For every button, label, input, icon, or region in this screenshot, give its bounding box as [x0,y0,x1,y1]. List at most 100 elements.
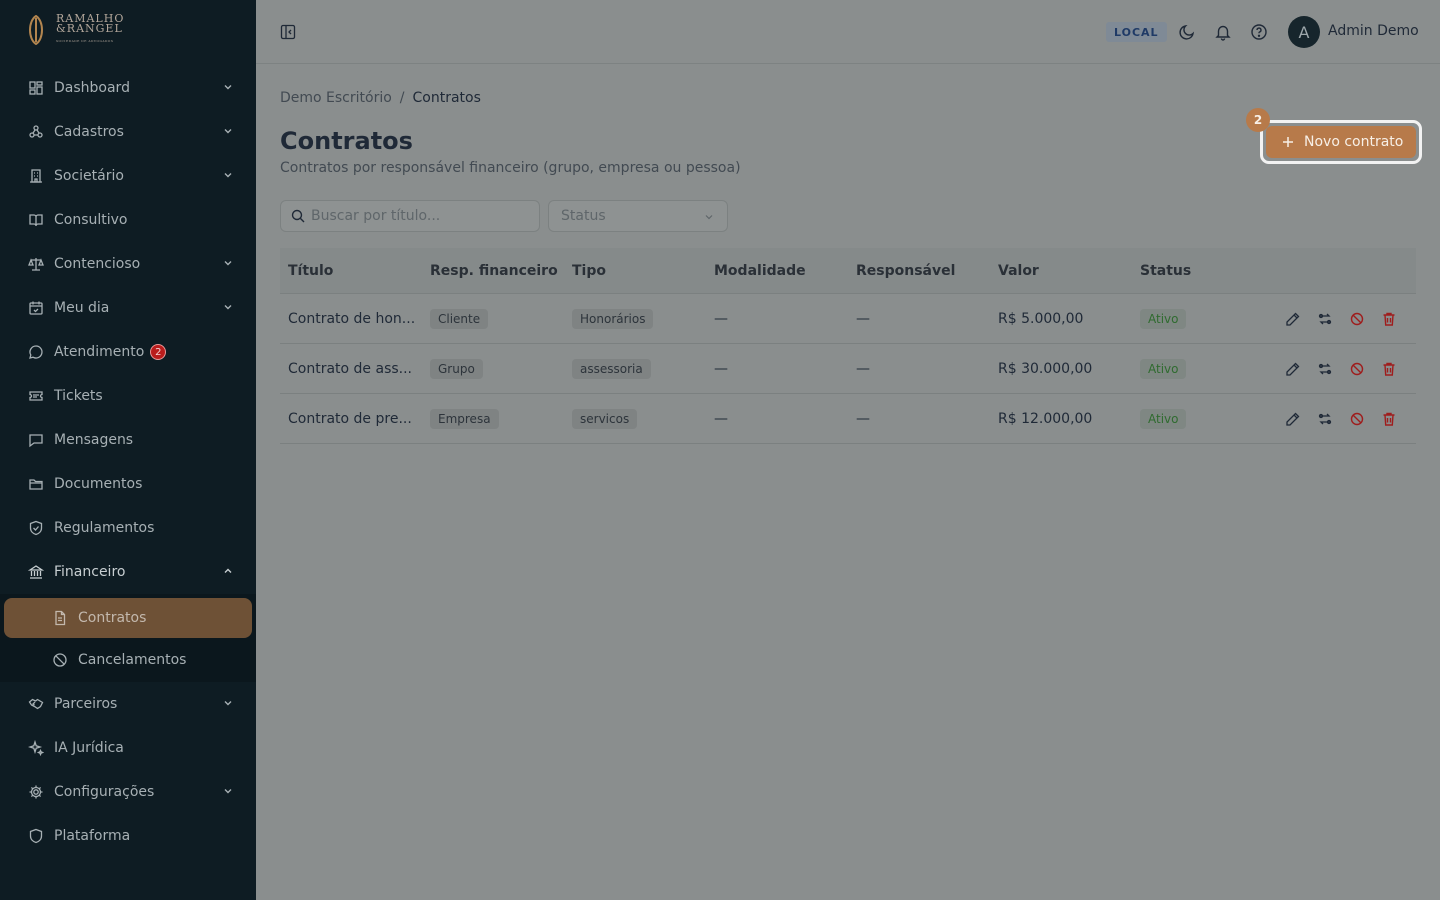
edit-icon[interactable] [1285,411,1301,427]
cell-resp: Empresa [422,408,564,429]
chevron-down-icon [224,173,232,178]
chevron-up-icon [224,568,232,573]
status-select-value: Status [561,208,606,224]
sidebar-item-regulamentos[interactable]: Regulamentos [0,506,256,550]
cell-status: Ativo [1132,408,1274,429]
chevron-down-icon [224,789,232,794]
column-header[interactable]: Valor [990,263,1132,279]
shield-check-icon [28,520,44,536]
chevron-down-icon [224,261,232,266]
cell-tipo: servicos [564,408,706,429]
logo-mark-icon [29,15,43,45]
new-contract-label: Novo contrato [1304,134,1404,150]
cancel-icon[interactable] [1349,361,1365,377]
sidebar-subitem-contratos[interactable]: Contratos [4,598,252,638]
sidebar-subitem-cancelamentos[interactable]: Cancelamentos [0,638,256,682]
sidebar-item-financeiro[interactable]: Financeiro [0,550,256,594]
sidebar-item-label: Meu dia [54,300,110,316]
sidebar-item-meu-dia[interactable]: Meu dia [0,286,256,330]
column-header[interactable]: Responsável [848,263,990,279]
transfer-icon[interactable] [1317,411,1333,427]
sidebar-item-label: Contencioso [54,256,141,272]
column-header[interactable]: Resp. financeiro [422,263,564,279]
brand-text: RAMALHO &RANGEL SOCIEDADE DE ADVOGADOS [56,12,125,43]
sidebar-item-mensagens[interactable]: Mensagens [0,418,256,462]
gear-icon [28,784,44,800]
sidebar-item-plataforma[interactable]: Plataforma [0,814,256,858]
moon-icon[interactable] [1178,23,1196,41]
transfer-icon[interactable] [1317,361,1333,377]
tipo-chip: Honorários [572,308,654,329]
cell-modalidade: — [714,310,728,327]
brand-logo[interactable]: RAMALHO &RANGEL SOCIEDADE DE ADVOGADOS [0,0,256,60]
plus-icon [1283,137,1293,147]
handshake-icon [28,696,44,712]
building-icon [28,168,44,184]
resp-chip: Grupo [430,358,483,379]
sidebar-item-atendimento[interactable]: Atendimento 2 [0,330,256,374]
table-row[interactable]: Contrato de pre... Empresa servicos — — … [280,394,1416,444]
cell-tipo: assessoria [564,358,706,379]
sidebar-toggle-icon[interactable] [280,24,296,40]
breadcrumb-current: Contratos [412,90,481,106]
sidebar-item-configuracoes[interactable]: Configurações [0,770,256,814]
cell-modalidade: — [714,410,728,427]
user-avatar[interactable]: A [1288,16,1320,48]
row-actions [1285,311,1397,327]
bank-icon [28,564,44,580]
sidebar-item-dashboard[interactable]: Dashboard [0,66,256,110]
trash-icon[interactable] [1381,411,1397,427]
help-icon[interactable] [1250,23,1268,41]
edit-icon[interactable] [1285,361,1301,377]
bell-icon[interactable] [1214,23,1232,41]
ban-icon [52,652,68,668]
contracts-table: Título Resp. financeiro Tipo Modalidade … [280,248,1416,444]
column-header[interactable]: Título [280,263,422,279]
sidebar-item-cadastros[interactable]: Cadastros [0,110,256,154]
status-badge: Ativo [1140,358,1187,379]
sidebar-item-label: Configurações [54,784,155,800]
cell-valor: R$ 5.000,00 [998,310,1084,327]
breadcrumb-separator: / [399,90,405,106]
cancel-icon[interactable] [1349,411,1365,427]
folder-icon [28,476,44,492]
column-header[interactable]: Tipo [564,263,706,279]
sidebar-item-contencioso[interactable]: Contencioso [0,242,256,286]
cell-titulo: Contrato de hon... [288,310,416,327]
page-subtitle: Contratos por responsável financeiro (gr… [280,160,741,176]
sidebar: RAMALHO &RANGEL SOCIEDADE DE ADVOGADOS D… [0,0,256,900]
trash-icon[interactable] [1381,311,1397,327]
transfer-icon[interactable] [1317,311,1333,327]
network-icon [28,124,44,140]
new-contract-button[interactable]: Novo contrato [1266,126,1416,158]
trash-icon[interactable] [1381,361,1397,377]
user-name[interactable]: Admin Demo [1328,23,1419,39]
sidebar-item-tickets[interactable]: Tickets [0,374,256,418]
edit-icon[interactable] [1285,311,1301,327]
search-input[interactable] [311,208,531,224]
ticket-icon [28,388,44,404]
sidebar-item-parceiros[interactable]: Parceiros [0,682,256,726]
sidebar-item-ia-juridica[interactable]: IA Jurídica [0,726,256,770]
sidebar-item-societario[interactable]: Societário [0,154,256,198]
column-header[interactable]: Status [1132,263,1274,279]
sidebar-item-label: Cadastros [54,124,124,140]
breadcrumb-root[interactable]: Demo Escritório [280,90,392,106]
cancel-icon[interactable] [1349,311,1365,327]
search-box[interactable] [280,200,540,232]
calendar-icon [28,300,44,316]
sidebar-item-consultivo[interactable]: Consultivo [0,198,256,242]
table-row[interactable]: Contrato de hon... Cliente Honorários — … [280,294,1416,344]
column-header[interactable]: Modalidade [706,263,848,279]
cell-valor: R$ 30.000,00 [998,360,1093,377]
shield-icon [28,828,44,844]
cell-responsavel: — [856,360,870,377]
status-select[interactable]: Status [548,200,728,232]
tipo-chip: assessoria [572,358,651,379]
sidebar-item-documentos[interactable]: Documentos [0,462,256,506]
table-row[interactable]: Contrato de ass... Grupo assessoria — — … [280,344,1416,394]
sidebar-item-label: Financeiro [54,564,126,580]
chevron-down-icon [224,129,232,134]
page-title: Contratos [280,127,413,155]
cell-titulo: Contrato de pre... [288,410,412,427]
